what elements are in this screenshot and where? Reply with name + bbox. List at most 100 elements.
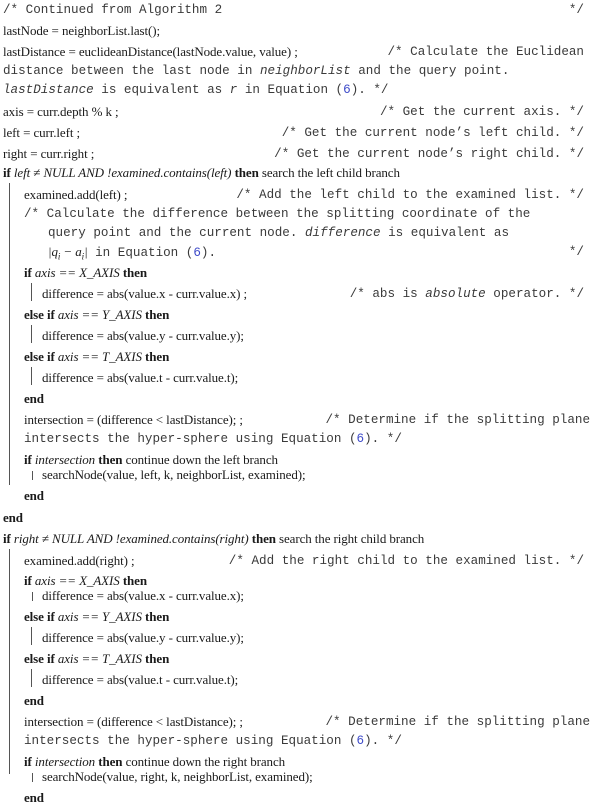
- line-lastdistance: lastDistance = euclideanDistance(lastNod…: [3, 44, 584, 60]
- right-end-axis: end: [24, 693, 44, 708]
- comment-italic: neighborList: [259, 64, 351, 78]
- cond-y: axis == Y_AXIS: [57, 609, 142, 624]
- left-diff-t: difference = abs(value.t - curr.value.t)…: [42, 370, 239, 385]
- comment-text: and the query point.: [350, 64, 510, 78]
- math-part: |q: [48, 244, 58, 259]
- block-tick: [32, 773, 33, 782]
- left-end-axis: end: [24, 391, 44, 406]
- left-comment: /* Get the current node’s left child. */: [281, 126, 584, 140]
- axis-comment: /* Get the current axis. */: [379, 105, 584, 119]
- block-tick: [32, 471, 33, 480]
- intersection-comment: /* Determine if the splitting plane: [325, 715, 590, 729]
- kw-then: then: [251, 531, 276, 546]
- equation-ref-link[interactable]: 6: [343, 83, 351, 97]
- cond-t: axis == T_AXIS: [57, 651, 142, 666]
- comment-text: is equivalent as: [380, 226, 510, 240]
- diff-x-code: difference = abs(value.x - curr.value.x)…: [42, 286, 248, 301]
- intersection-comment: /* Determine if the splitting plane: [325, 413, 590, 427]
- left-diff-x: difference = abs(value.x - curr.value.x)…: [42, 286, 584, 302]
- equation-ref-link[interactable]: 6: [357, 432, 365, 446]
- left-intersection: intersection = (difference < lastDistanc…: [24, 412, 590, 428]
- equation-ref-link[interactable]: 6: [357, 734, 365, 748]
- left-elseif-t: else if axis == T_AXIS then: [24, 349, 169, 365]
- examined-add-code: examined.add(left) ;: [24, 187, 128, 202]
- kw-then: then: [98, 754, 123, 769]
- kw-else-if: else if: [24, 349, 55, 364]
- right-end-intersection: end: [24, 790, 44, 805]
- comment-text: intersects the hyper-sphere using Equati…: [24, 734, 357, 748]
- right-examined-line: examined.add(right) ; /* Add the right c…: [24, 553, 584, 569]
- kw-if: if: [24, 573, 32, 588]
- examined-add-comment: /* Add the left child to the examined li…: [236, 188, 584, 202]
- lastdistance-comment-line2: distance between the last node in neighb…: [3, 63, 509, 79]
- lastdistance-code: lastDistance = euclideanDistance(lastNod…: [3, 44, 298, 59]
- comment-text: is equivalent as: [93, 83, 230, 97]
- right-then-text: search the right child branch: [275, 531, 425, 546]
- block-bar: [31, 627, 32, 645]
- right-if-intersection: if intersection then continue down the r…: [24, 754, 285, 770]
- right-elseif-t: else if axis == T_AXIS then: [24, 651, 169, 667]
- comment-italic: absolute: [425, 287, 486, 301]
- line-axis: axis = curr.depth % k ; /* Get the curre…: [3, 104, 584, 120]
- left-search-call: searchNode(value, left, k, neighborList,…: [42, 467, 306, 482]
- left-diff-comment-3: |qi − ai| in Equation (6). */: [48, 244, 584, 262]
- right-condition: right ≠ NULL AND !examined.contains(righ…: [13, 531, 249, 546]
- comment-text: in Equation (: [87, 246, 194, 260]
- continue-text: continue down the left branch: [122, 452, 278, 467]
- left-elseif-y: else if axis == Y_AXIS then: [24, 307, 169, 323]
- cond-intersection: intersection: [34, 754, 96, 769]
- continue-text: continue down the right branch: [122, 754, 286, 769]
- kw-then: then: [145, 651, 170, 666]
- left-examined-line: examined.add(left) ; /* Add the left chi…: [24, 187, 584, 203]
- comment-text: ).: [200, 246, 217, 260]
- left-end-intersection: end: [24, 488, 44, 503]
- math-part: − a: [60, 244, 82, 259]
- comment-text: intersects the hyper-sphere using Equati…: [24, 432, 357, 446]
- comment-text: ). */: [364, 432, 402, 446]
- kw-then: then: [98, 452, 123, 467]
- cond-x: axis == X_AXIS: [34, 573, 120, 588]
- comment-text: ). */: [350, 83, 389, 97]
- block-tick: [32, 592, 33, 601]
- kw-then: then: [122, 573, 147, 588]
- right-diff-x: difference = abs(value.x - curr.value.x)…: [42, 588, 244, 603]
- lastdistance-comment: /* Calculate the Euclidean: [387, 45, 585, 59]
- kw-if: if: [24, 265, 32, 280]
- comment-text: /* abs is: [349, 287, 426, 301]
- comment-text: distance between the last node in: [3, 64, 260, 78]
- comment-italic: lastDistance: [3, 83, 94, 97]
- left-diff-y: difference = abs(value.y - curr.value.y)…: [42, 328, 244, 343]
- kw-else-if: else if: [24, 609, 55, 624]
- left-diff-comment-2: query point and the current node. differ…: [48, 225, 509, 241]
- left-then-text: search the left child branch: [258, 165, 400, 180]
- right-diff-y: difference = abs(value.y - curr.value.y)…: [42, 630, 244, 645]
- block-bar: [31, 325, 32, 343]
- block-bar: [31, 283, 32, 301]
- right-elseif-y: else if axis == Y_AXIS then: [24, 609, 169, 625]
- right-comment: /* Get the current node’s right child. *…: [274, 147, 584, 161]
- block-bar-left: [9, 183, 10, 485]
- left-condition: left ≠ NULL AND !examined.contains(left): [13, 165, 232, 180]
- intersection-code: intersection = (difference < lastDistanc…: [24, 412, 243, 427]
- left-diff-comment-1: /* Calculate the difference between the …: [24, 207, 531, 221]
- kw-then: then: [145, 609, 170, 624]
- left-intersection-comment-2: intersects the hyper-sphere using Equati…: [24, 431, 402, 447]
- cond-t: axis == T_AXIS: [57, 349, 142, 364]
- right-intersection: intersection = (difference < lastDistanc…: [24, 714, 590, 730]
- line-lastnode: lastNode = neighborList.last();: [3, 23, 160, 38]
- block-bar-right: [9, 549, 10, 774]
- left-code: left = curr.left ;: [3, 125, 80, 140]
- equation-ref-link[interactable]: 6: [193, 246, 201, 260]
- cond-x: axis == X_AXIS: [34, 265, 120, 280]
- kw-if: if: [3, 165, 11, 180]
- header-comment: /* Continued from Algorithm 2 */: [3, 2, 584, 18]
- kw-then: then: [122, 265, 147, 280]
- comment-italic: difference: [304, 226, 381, 240]
- comment-end: */: [568, 3, 584, 17]
- end-left-branch: end: [3, 510, 23, 525]
- right-code: right = curr.right ;: [3, 146, 95, 161]
- kw-then: then: [145, 307, 170, 322]
- kw-then: then: [234, 165, 259, 180]
- kw-then: then: [145, 349, 170, 364]
- kw-else-if: else if: [24, 307, 55, 322]
